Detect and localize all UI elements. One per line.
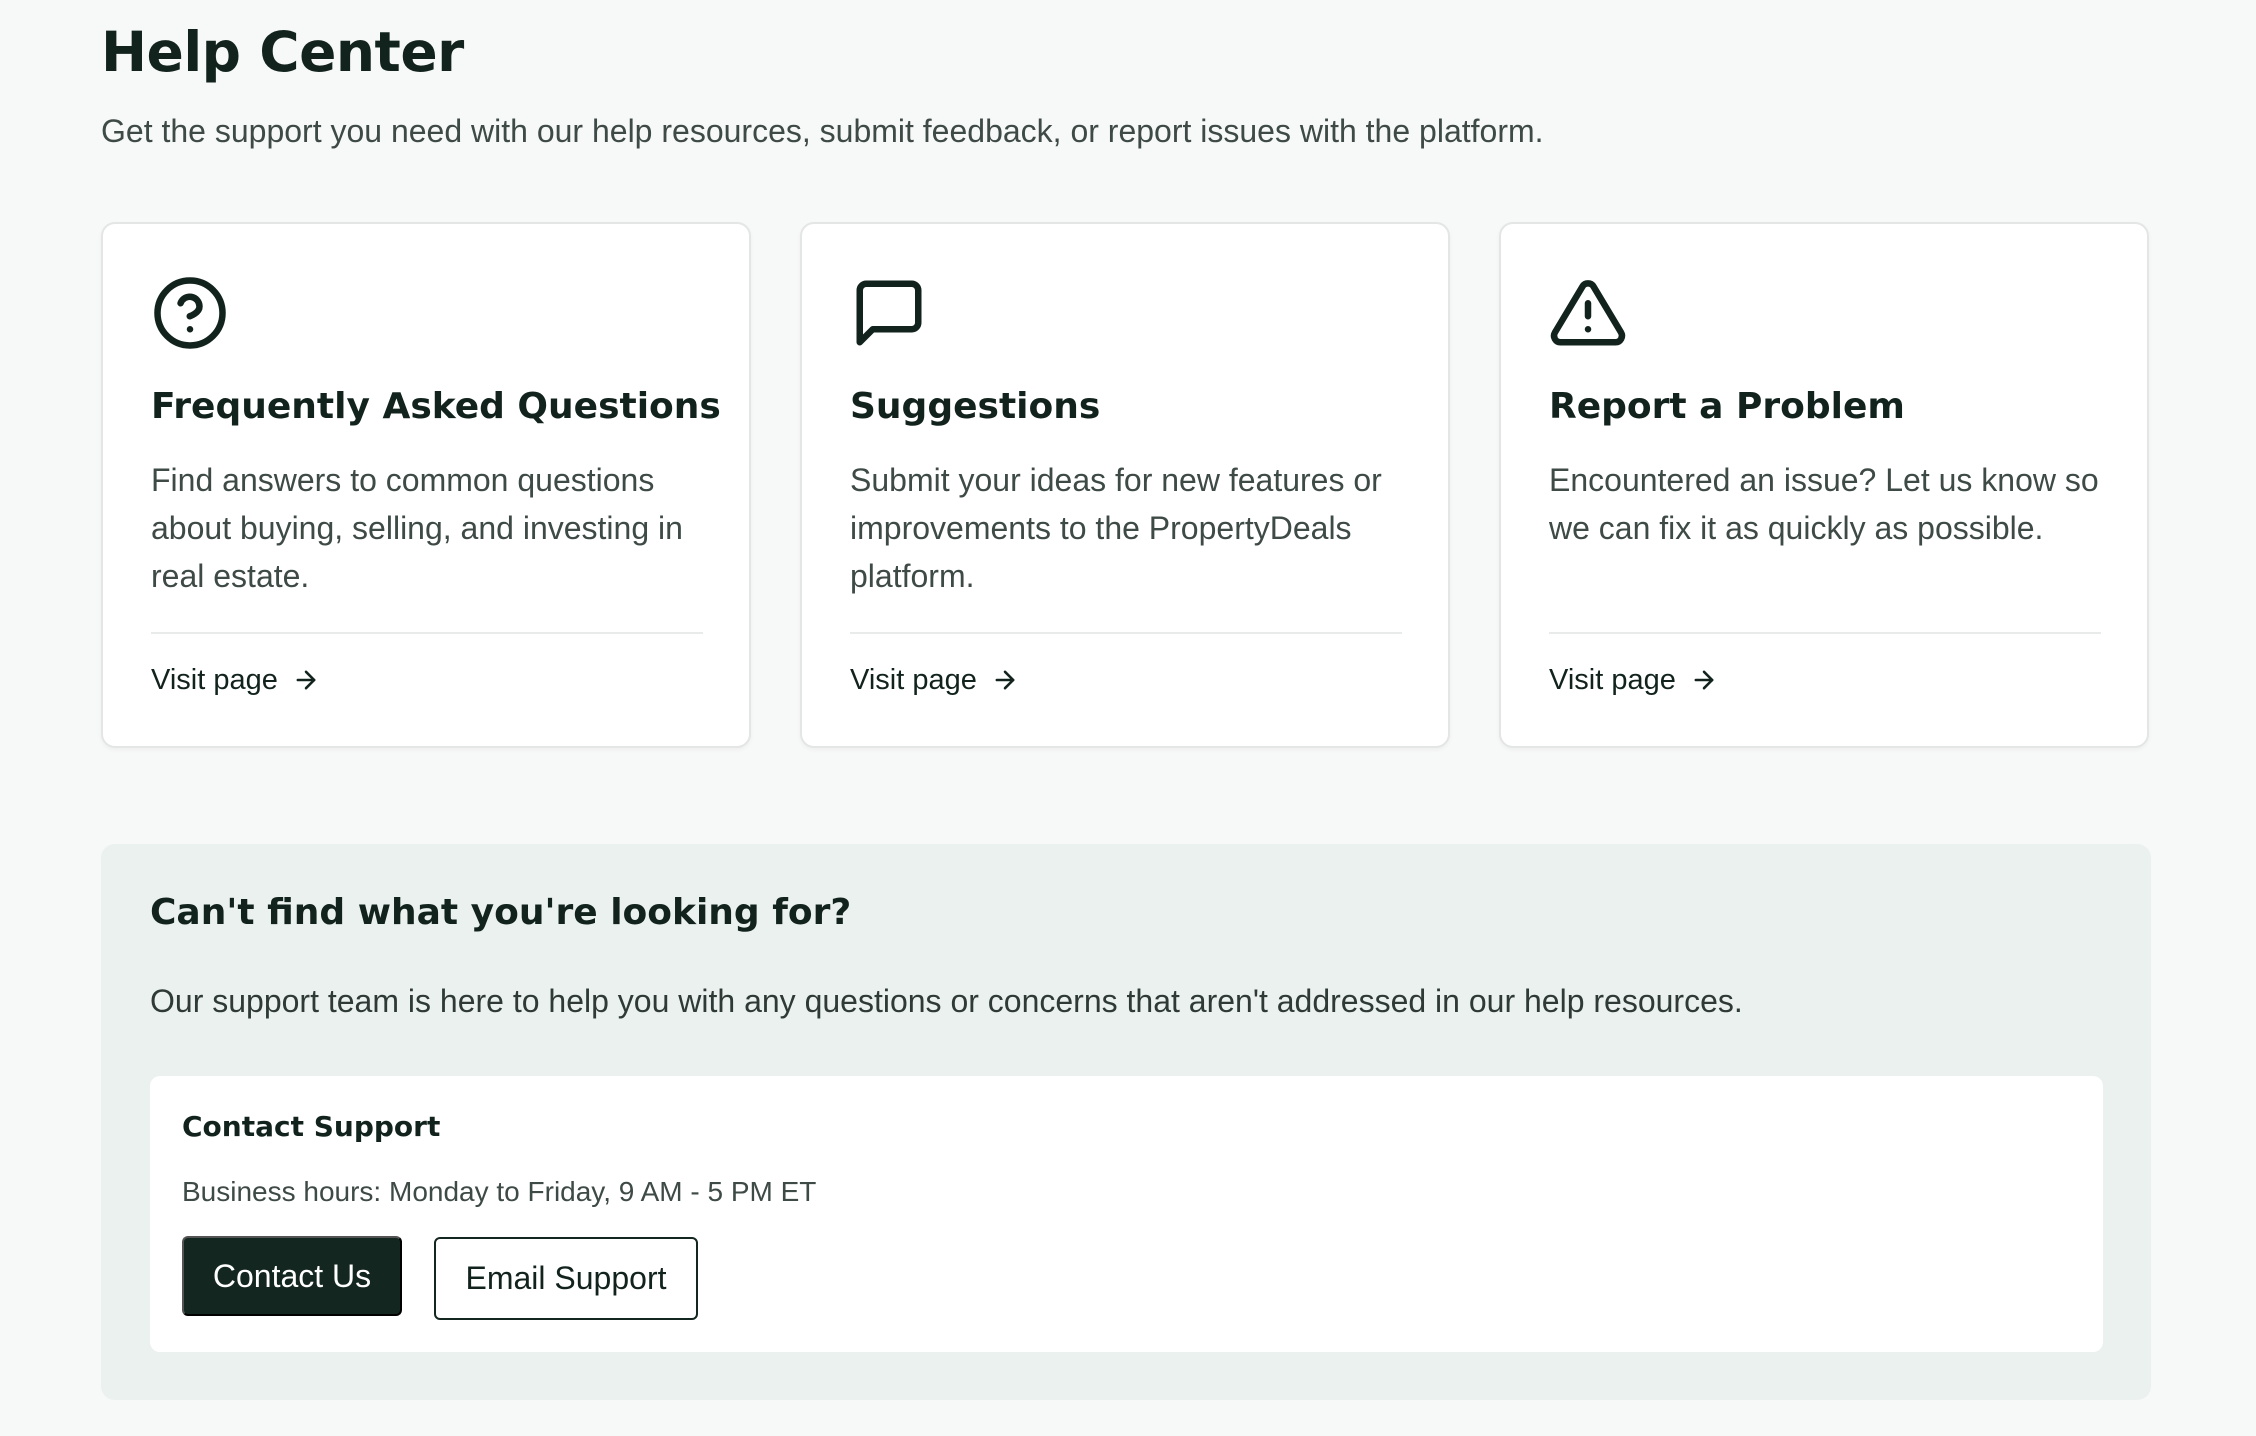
contact-us-button[interactable]: Contact Us (182, 1236, 402, 1316)
question-circle-icon (151, 274, 229, 352)
email-support-button[interactable]: Email Support (434, 1237, 698, 1320)
card-title: Report a Problem (1549, 386, 1905, 427)
faq-card: Frequently Asked Questions Find answers … (101, 222, 751, 748)
divider (850, 632, 1402, 634)
card-description: Submit your ideas for new features or im… (850, 462, 1382, 594)
card-description: Encountered an issue? Let us know so we … (1549, 462, 2099, 546)
help-panel-description: Our support team is here to help you wit… (150, 983, 1743, 1019)
card-description: Find answers to common questions about b… (151, 462, 683, 594)
page-title: Help Center (101, 20, 464, 84)
arrow-right-icon (995, 670, 1015, 690)
divider (1549, 632, 2101, 634)
divider (151, 632, 703, 634)
business-hours: Business hours: Monday to Friday, 9 AM -… (182, 1176, 817, 1207)
report-problem-visit-page-link[interactable]: Visit page (1549, 658, 1718, 702)
link-label: Visit page (151, 663, 278, 696)
help-panel-title: Can't find what you're looking for? (150, 892, 852, 933)
more-help-panel: Can't find what you're looking for? Our … (101, 844, 2151, 1400)
suggestions-card: Suggestions Submit your ideas for new fe… (800, 222, 1450, 748)
message-square-icon (850, 274, 928, 352)
contact-support-box: Contact Support Business hours: Monday t… (150, 1076, 2103, 1352)
link-label: Visit page (850, 663, 977, 696)
report-problem-card: Report a Problem Encountered an issue? L… (1499, 222, 2149, 748)
alert-triangle-icon (1549, 274, 1627, 352)
page-subtitle: Get the support you need with our help r… (101, 113, 1544, 149)
link-label: Visit page (1549, 663, 1676, 696)
help-cards: Frequently Asked Questions Find answers … (101, 222, 2151, 748)
card-title: Suggestions (850, 386, 1101, 427)
contact-support-title: Contact Support (182, 1110, 441, 1143)
suggestions-visit-page-link[interactable]: Visit page (850, 658, 1019, 702)
arrow-right-icon (296, 670, 316, 690)
arrow-right-icon (1694, 670, 1714, 690)
faq-visit-page-link[interactable]: Visit page (151, 658, 320, 702)
card-title: Frequently Asked Questions (151, 386, 721, 427)
